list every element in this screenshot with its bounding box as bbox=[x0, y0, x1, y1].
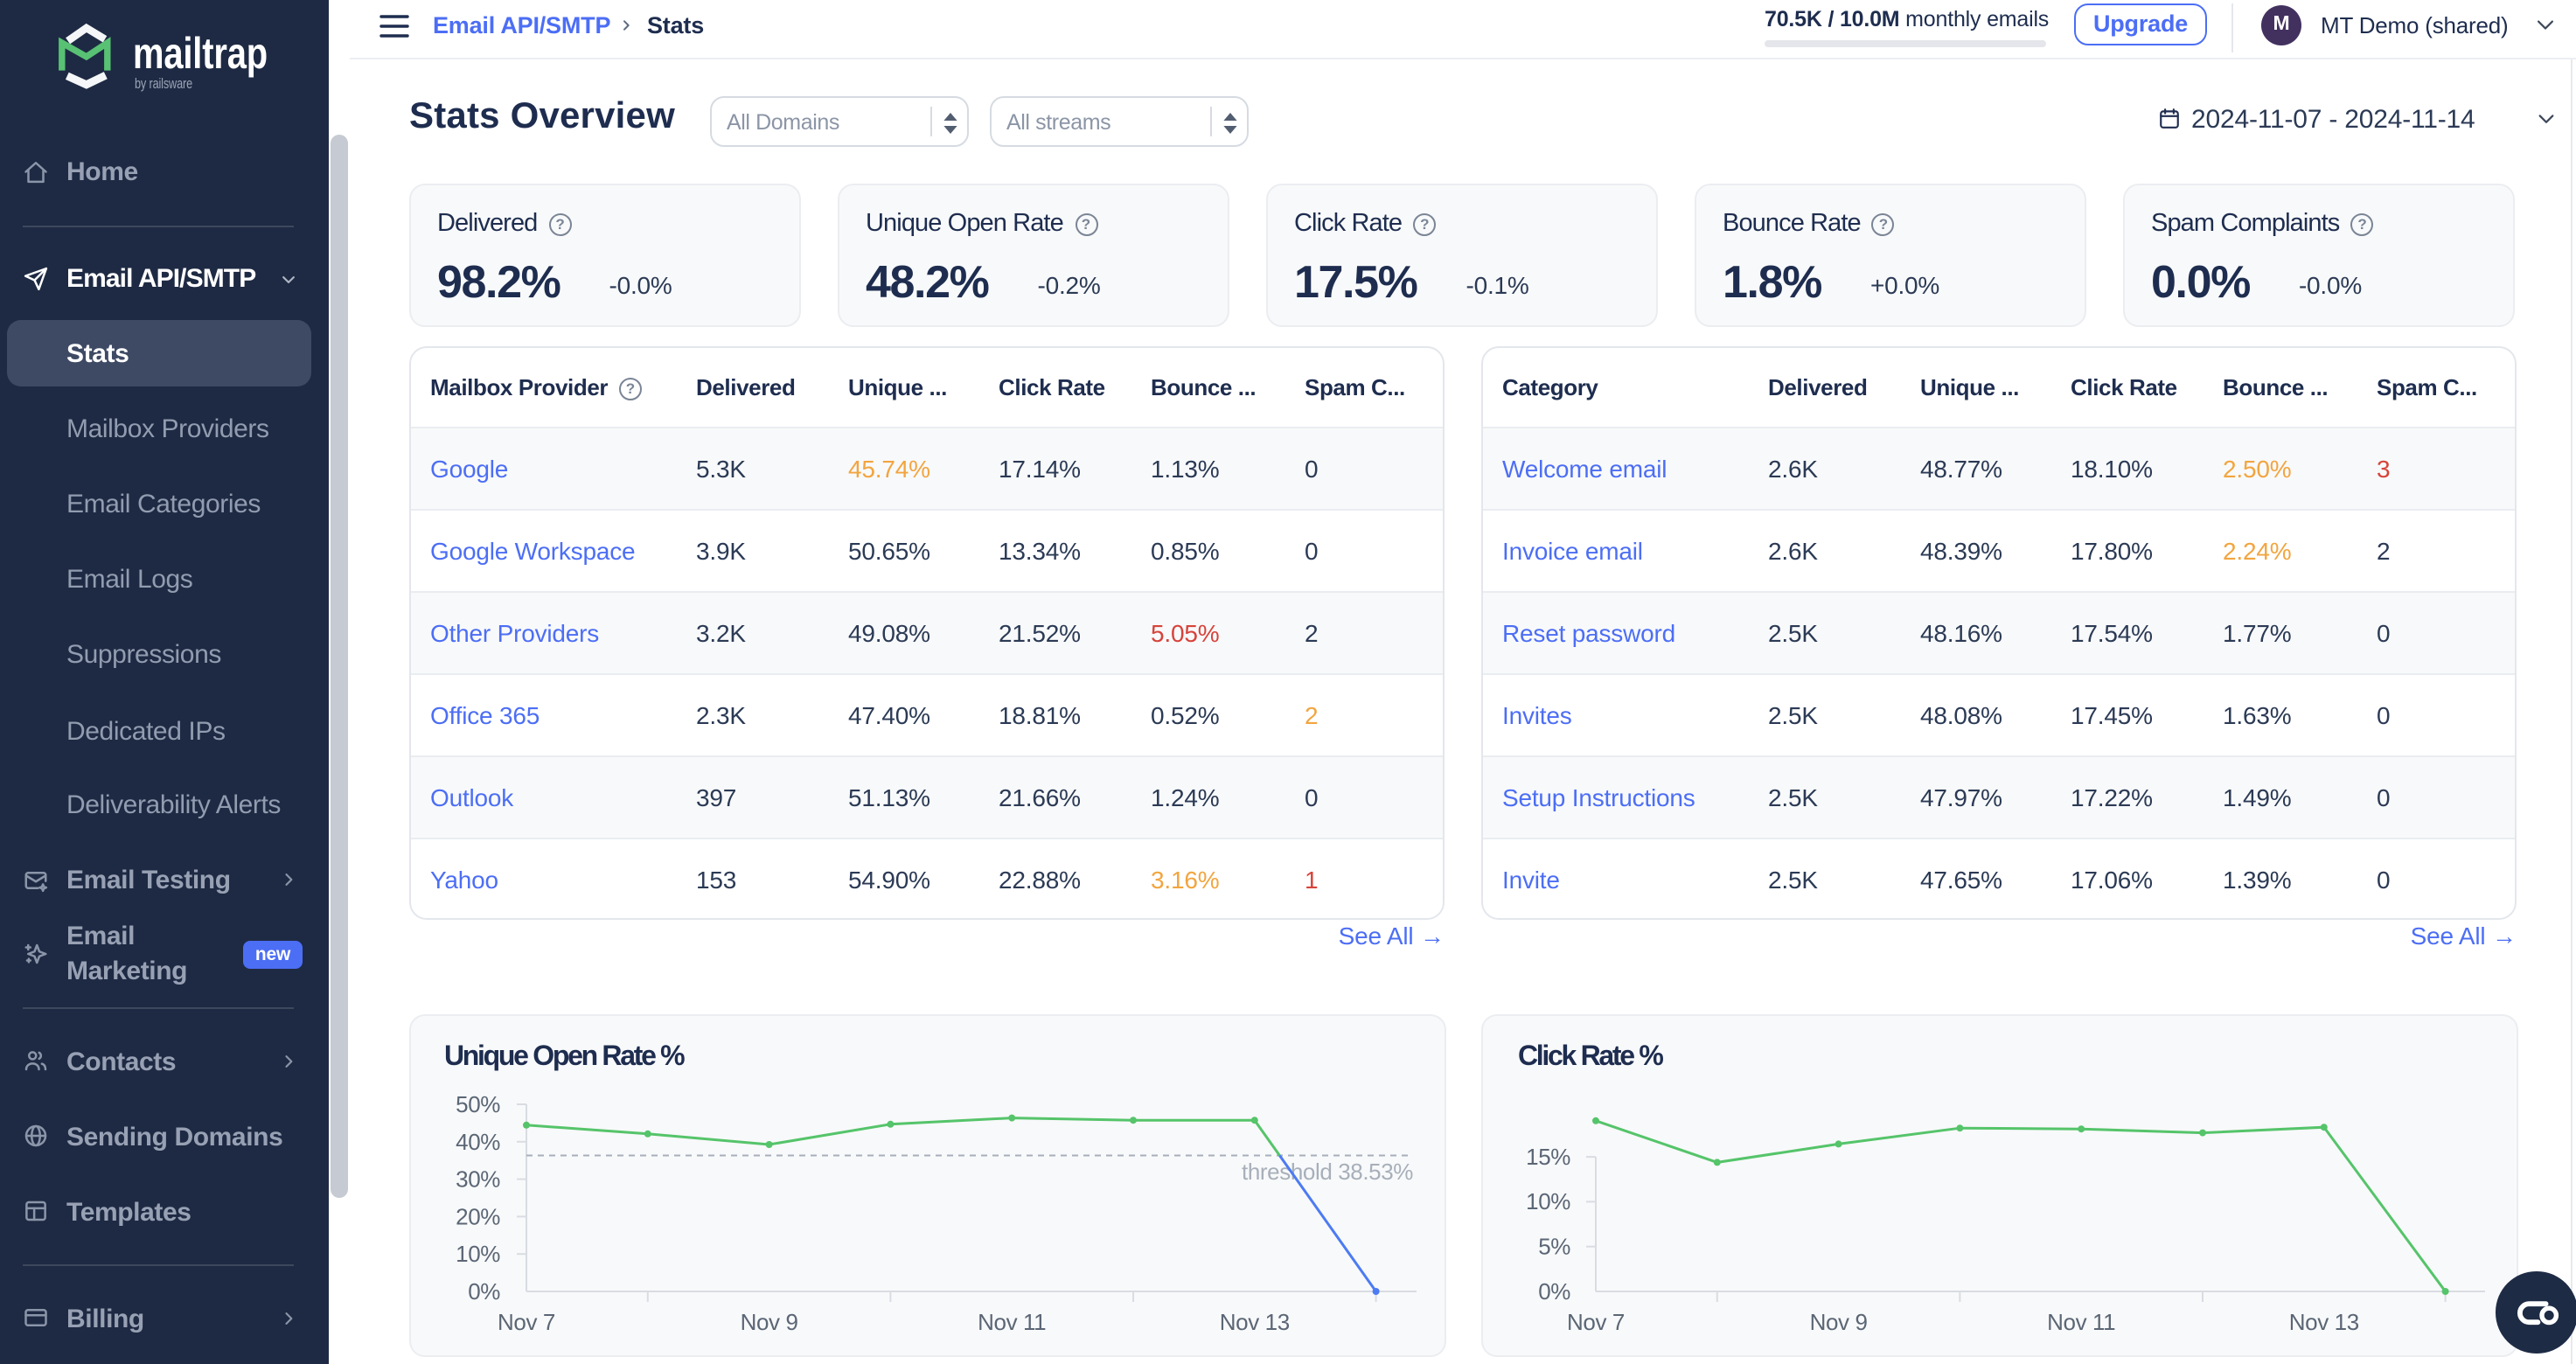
svg-text:20%: 20% bbox=[456, 1202, 500, 1228]
svg-text:40%: 40% bbox=[456, 1128, 500, 1154]
svg-text:Nov 9: Nov 9 bbox=[1810, 1308, 1868, 1334]
svg-text:5%: 5% bbox=[1538, 1233, 1570, 1259]
svg-text:Nov 13: Nov 13 bbox=[2289, 1308, 2359, 1334]
svg-text:10%: 10% bbox=[456, 1240, 500, 1266]
svg-text:50%: 50% bbox=[456, 1090, 500, 1117]
svg-text:threshold 38.53%: threshold 38.53% bbox=[1242, 1158, 1413, 1184]
svg-text:10%: 10% bbox=[1526, 1187, 1570, 1214]
svg-text:Nov 7: Nov 7 bbox=[498, 1308, 555, 1334]
svg-text:Nov 11: Nov 11 bbox=[978, 1308, 1046, 1334]
svg-text:Nov 11: Nov 11 bbox=[2047, 1308, 2115, 1334]
svg-text:Nov 9: Nov 9 bbox=[741, 1308, 798, 1334]
svg-text:Nov 7: Nov 7 bbox=[1567, 1308, 1625, 1334]
svg-text:Nov 13: Nov 13 bbox=[1220, 1308, 1290, 1334]
svg-text:0%: 0% bbox=[1538, 1277, 1570, 1304]
svg-text:15%: 15% bbox=[1526, 1143, 1570, 1169]
svg-text:30%: 30% bbox=[456, 1166, 500, 1192]
svg-text:0%: 0% bbox=[468, 1277, 500, 1304]
